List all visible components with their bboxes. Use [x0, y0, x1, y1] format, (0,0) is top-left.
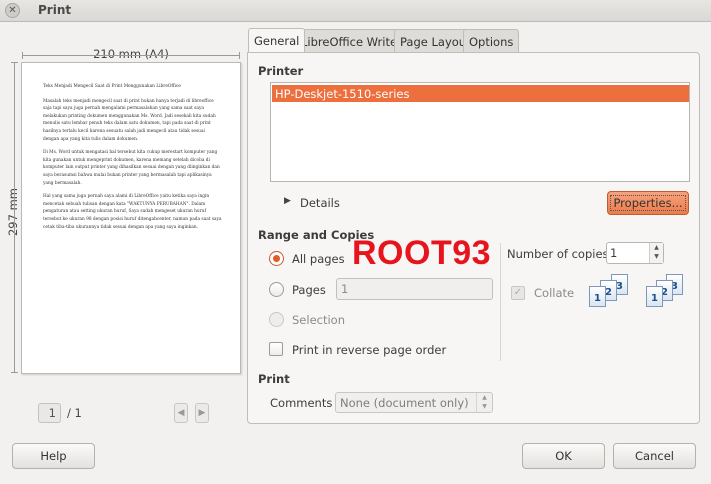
printer-list-item[interactable]: HP-Deskjet-1510-series: [272, 85, 689, 102]
copies-label: Number of copies: [507, 247, 609, 261]
comments-value: None (document only): [340, 396, 469, 410]
expander-arrow-icon[interactable]: ▶: [284, 196, 291, 206]
preview-paragraph: Hal yang sama juga pernah saya alami di …: [43, 194, 222, 230]
chevron-right-icon: ▶: [198, 408, 206, 418]
preview-paragraph: Di Ms. Word untuk mengatasi hal tersebut…: [43, 150, 220, 186]
dropdown-arrows-icon: ▲ ▼: [476, 393, 492, 412]
selection-label[interactable]: Selection: [292, 313, 345, 327]
paper-height-label: 297 mm: [6, 188, 20, 237]
close-icon[interactable]: ✕: [5, 3, 20, 18]
height-dimension-line: [11, 62, 18, 373]
details-expander[interactable]: Details: [300, 196, 340, 210]
printer-section-title: Printer: [258, 64, 304, 78]
print-preview-page: Teks Menjadi Mengecil Saat di Print Meng…: [21, 62, 241, 374]
all-pages-label[interactable]: All pages: [292, 252, 345, 266]
copies-spinner[interactable]: 1 ▲ ▼: [606, 242, 664, 264]
ok-button[interactable]: OK: [522, 443, 605, 469]
collate-checkbox[interactable]: ✓: [511, 286, 525, 300]
current-page-field[interactable]: 1: [38, 403, 61, 423]
comments-dropdown[interactable]: None (document only) ▲ ▼: [335, 392, 493, 413]
pages-radio[interactable]: [269, 282, 284, 297]
window-title: Print: [38, 3, 72, 17]
watermark-text: ROOT93: [352, 234, 492, 272]
width-dimension-line: [22, 52, 240, 59]
tab-libreoffice-writer[interactable]: LibreOffice Writer: [295, 29, 408, 52]
reverse-order-label[interactable]: Print in reverse page order: [292, 343, 446, 357]
pages-label[interactable]: Pages: [292, 283, 326, 297]
tab-general[interactable]: General: [248, 28, 306, 52]
properties-button[interactable]: Properties...: [607, 191, 689, 215]
range-divider: [500, 243, 501, 361]
print-section-title: Print: [258, 372, 290, 386]
preview-doc-title: Teks Menjadi Mengecil Saat di Print Meng…: [43, 84, 181, 89]
chevron-left-icon: ◀: [177, 408, 185, 418]
properties-button-label: Properties...: [610, 195, 686, 211]
selection-radio[interactable]: [269, 312, 284, 327]
copies-value: 1: [610, 246, 618, 260]
previous-page-button[interactable]: ◀: [174, 403, 188, 423]
collate-label[interactable]: Collate: [534, 286, 574, 300]
all-pages-radio[interactable]: [269, 251, 284, 266]
comments-label: Comments: [270, 396, 333, 410]
sheet-1: 1: [646, 286, 663, 307]
tab-options[interactable]: Options: [463, 29, 520, 52]
printer-list[interactable]: HP-Deskjet-1510-series: [270, 82, 690, 182]
spinner-arrows-icon[interactable]: ▲ ▼: [649, 243, 663, 263]
next-page-button[interactable]: ▶: [195, 403, 209, 423]
help-button[interactable]: Help: [12, 443, 95, 469]
preview-paragraph: Masalah teks menjadi mengecil saat di pr…: [43, 98, 216, 142]
title-bar: ✕ Print: [0, 0, 711, 22]
page-total: / 1: [67, 406, 82, 420]
cancel-button[interactable]: Cancel: [613, 443, 696, 469]
reverse-order-checkbox[interactable]: [269, 342, 283, 356]
sheet-1: 1: [589, 286, 606, 307]
paper-width-label: 210 mm (A4): [93, 47, 169, 61]
pages-range-input[interactable]: 1: [336, 278, 493, 300]
